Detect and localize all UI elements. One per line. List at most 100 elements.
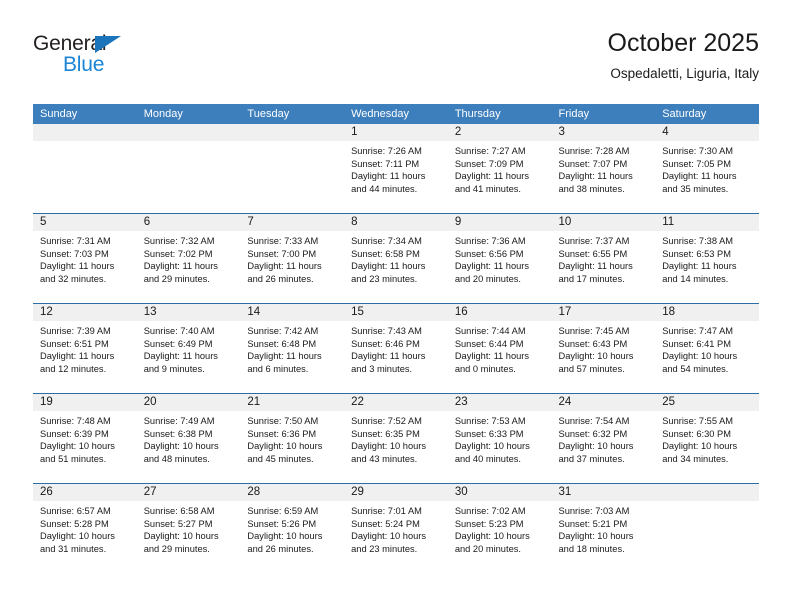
day-number-cell[interactable]: 6 <box>136 214 241 231</box>
day-cell[interactable]: Sunrise: 7:02 AM Sunset: 5:23 PM Dayligh… <box>447 501 552 573</box>
day-number-cell[interactable]: 4 <box>655 124 759 141</box>
day-cell[interactable]: Sunrise: 7:34 AM Sunset: 6:58 PM Dayligh… <box>344 231 448 303</box>
weekday-header-thursday: Thursday <box>447 104 552 124</box>
day-number-cell[interactable]: 25 <box>655 394 759 411</box>
day-cell[interactable]: Sunrise: 7:55 AM Sunset: 6:30 PM Dayligh… <box>655 411 759 483</box>
sun-info-text: Sunrise: 7:34 AM Sunset: 6:58 PM Dayligh… <box>351 236 426 284</box>
day-number-cell[interactable]: 2 <box>447 124 552 141</box>
day-cell[interactable]: Sunrise: 7:01 AM Sunset: 5:24 PM Dayligh… <box>344 501 448 573</box>
day-number: 29 <box>351 486 364 498</box>
day-number-cell[interactable]: 17 <box>551 304 656 321</box>
day-cell[interactable]: Sunrise: 6:57 AM Sunset: 5:28 PM Dayligh… <box>33 501 137 573</box>
sun-info-text: Sunrise: 7:30 AM Sunset: 7:05 PM Dayligh… <box>662 146 737 194</box>
day-number-cell[interactable]: 26 <box>33 484 137 501</box>
day-number: 1 <box>351 126 358 138</box>
day-number: 15 <box>351 306 364 318</box>
day-number-cell[interactable]: 18 <box>655 304 759 321</box>
day-cell[interactable]: Sunrise: 7:31 AM Sunset: 7:03 PM Dayligh… <box>33 231 137 303</box>
day-cell[interactable]: Sunrise: 7:27 AM Sunset: 7:09 PM Dayligh… <box>447 141 552 213</box>
day-cell[interactable]: Sunrise: 7:39 AM Sunset: 6:51 PM Dayligh… <box>33 321 137 393</box>
day-number-cell[interactable]: 21 <box>240 394 345 411</box>
day-number-cell[interactable]: 16 <box>447 304 552 321</box>
day-cell-empty <box>136 141 241 213</box>
day-number-cell[interactable]: 13 <box>136 304 241 321</box>
day-number-cell[interactable]: 5 <box>33 214 137 231</box>
date-number-row: 5 6 7 8 9 10 11 <box>33 214 759 231</box>
day-cell[interactable]: Sunrise: 7:43 AM Sunset: 6:46 PM Dayligh… <box>344 321 448 393</box>
day-number-cell[interactable]: 14 <box>240 304 345 321</box>
day-number-cell[interactable]: 22 <box>344 394 448 411</box>
sun-info-text: Sunrise: 7:36 AM Sunset: 6:56 PM Dayligh… <box>454 236 530 284</box>
day-cell[interactable]: Sunrise: 7:54 AM Sunset: 6:32 PM Dayligh… <box>551 411 656 483</box>
sun-info-text: Sunrise: 7:44 AM Sunset: 6:44 PM Dayligh… <box>454 326 530 374</box>
day-number: 4 <box>662 126 669 138</box>
page-header: General Blue October 2025 Ospedaletti, L… <box>33 28 759 96</box>
day-number: 16 <box>454 306 468 318</box>
day-number: 27 <box>143 486 157 498</box>
day-number-cell[interactable]: 30 <box>447 484 552 501</box>
day-number-cell-empty <box>240 124 345 141</box>
day-cell[interactable]: Sunrise: 7:52 AM Sunset: 6:35 PM Dayligh… <box>344 411 448 483</box>
day-cell[interactable]: Sunrise: 6:58 AM Sunset: 5:27 PM Dayligh… <box>136 501 241 573</box>
day-cell[interactable]: Sunrise: 7:40 AM Sunset: 6:49 PM Dayligh… <box>136 321 241 393</box>
sun-info-text: Sunrise: 7:43 AM Sunset: 6:46 PM Dayligh… <box>351 326 426 374</box>
day-number: 8 <box>351 216 358 228</box>
day-number-cell[interactable]: 23 <box>447 394 552 411</box>
day-cell[interactable]: Sunrise: 7:45 AM Sunset: 6:43 PM Dayligh… <box>551 321 656 393</box>
day-number-cell-empty <box>33 124 137 141</box>
sun-info-text: Sunrise: 7:01 AM Sunset: 5:24 PM Dayligh… <box>351 506 427 554</box>
sun-info-text: Sunrise: 7:42 AM Sunset: 6:48 PM Dayligh… <box>247 326 322 374</box>
day-cell[interactable]: Sunrise: 7:44 AM Sunset: 6:44 PM Dayligh… <box>447 321 552 393</box>
day-number-cell[interactable]: 8 <box>344 214 448 231</box>
day-number-cell[interactable]: 7 <box>240 214 345 231</box>
day-detail-row: Sunrise: 7:31 AM Sunset: 7:03 PM Dayligh… <box>33 231 759 303</box>
sun-info-text: Sunrise: 7:26 AM Sunset: 7:11 PM Dayligh… <box>351 146 426 194</box>
calendar-week-row: 12 13 14 15 16 17 18 Sunrise: 7:39 AM Sunset: 6… <box>33 303 759 393</box>
day-cell[interactable]: Sunrise: 7:50 AM Sunset: 6:36 PM Dayligh… <box>240 411 345 483</box>
day-number-cell[interactable]: 31 <box>551 484 656 501</box>
day-cell[interactable]: Sunrise: 6:59 AM Sunset: 5:26 PM Dayligh… <box>240 501 345 573</box>
day-number-cell[interactable]: 20 <box>136 394 241 411</box>
day-cell[interactable]: Sunrise: 7:53 AM Sunset: 6:33 PM Dayligh… <box>447 411 552 483</box>
day-number: 18 <box>662 306 676 318</box>
day-cell[interactable]: Sunrise: 7:47 AM Sunset: 6:41 PM Dayligh… <box>655 321 759 393</box>
day-cell[interactable]: Sunrise: 7:42 AM Sunset: 6:48 PM Dayligh… <box>240 321 345 393</box>
day-cell[interactable]: Sunrise: 7:30 AM Sunset: 7:05 PM Dayligh… <box>655 141 759 213</box>
day-cell[interactable]: Sunrise: 7:48 AM Sunset: 6:39 PM Dayligh… <box>33 411 137 483</box>
day-number-cell[interactable]: 27 <box>136 484 241 501</box>
day-number-cell[interactable]: 28 <box>240 484 345 501</box>
sun-info-text: Sunrise: 7:31 AM Sunset: 7:03 PM Dayligh… <box>40 236 115 284</box>
day-number-cell[interactable]: 10 <box>551 214 656 231</box>
sun-info-text: Sunrise: 7:52 AM Sunset: 6:35 PM Dayligh… <box>351 416 427 464</box>
day-number-cell[interactable]: 1 <box>344 124 448 141</box>
day-number-cell[interactable]: 15 <box>344 304 448 321</box>
day-number-cell[interactable]: 29 <box>344 484 448 501</box>
day-cell[interactable]: Sunrise: 7:26 AM Sunset: 7:11 PM Dayligh… <box>344 141 448 213</box>
day-cell[interactable]: Sunrise: 7:36 AM Sunset: 6:56 PM Dayligh… <box>447 231 552 303</box>
calendar-page: General Blue October 2025 Ospedaletti, L… <box>0 0 792 612</box>
day-number-cell[interactable]: 12 <box>33 304 137 321</box>
day-number: 24 <box>558 396 572 408</box>
date-number-row: 1 2 3 4 <box>33 124 759 141</box>
day-cell[interactable]: Sunrise: 7:49 AM Sunset: 6:38 PM Dayligh… <box>136 411 241 483</box>
day-number-cell[interactable]: 3 <box>551 124 656 141</box>
day-number: 25 <box>662 396 676 408</box>
day-number-cell[interactable]: 19 <box>33 394 137 411</box>
day-number-cell[interactable]: 11 <box>655 214 759 231</box>
location-subtitle: Ospedaletti, Liguria, Italy <box>610 66 759 81</box>
day-number-cell[interactable]: 9 <box>447 214 552 231</box>
generalblue-logo[interactable]: General Blue <box>33 32 233 82</box>
sun-info-text: Sunrise: 7:27 AM Sunset: 7:09 PM Dayligh… <box>454 146 530 194</box>
day-number-cell[interactable]: 24 <box>551 394 656 411</box>
day-cell[interactable]: Sunrise: 7:38 AM Sunset: 6:53 PM Dayligh… <box>655 231 759 303</box>
day-cell[interactable]: Sunrise: 7:03 AM Sunset: 5:21 PM Dayligh… <box>551 501 656 573</box>
day-number: 9 <box>454 216 462 228</box>
weekday-header-monday: Monday <box>136 104 241 124</box>
day-detail-row: Sunrise: 7:26 AM Sunset: 7:11 PM Dayligh… <box>33 141 759 213</box>
day-cell[interactable]: Sunrise: 7:32 AM Sunset: 7:02 PM Dayligh… <box>136 231 241 303</box>
day-number: 23 <box>454 396 468 408</box>
sun-info-text: Sunrise: 6:57 AM Sunset: 5:28 PM Dayligh… <box>40 506 115 554</box>
day-cell[interactable]: Sunrise: 7:37 AM Sunset: 6:55 PM Dayligh… <box>551 231 656 303</box>
day-cell[interactable]: Sunrise: 7:28 AM Sunset: 7:07 PM Dayligh… <box>551 141 656 213</box>
day-cell[interactable]: Sunrise: 7:33 AM Sunset: 7:00 PM Dayligh… <box>240 231 345 303</box>
